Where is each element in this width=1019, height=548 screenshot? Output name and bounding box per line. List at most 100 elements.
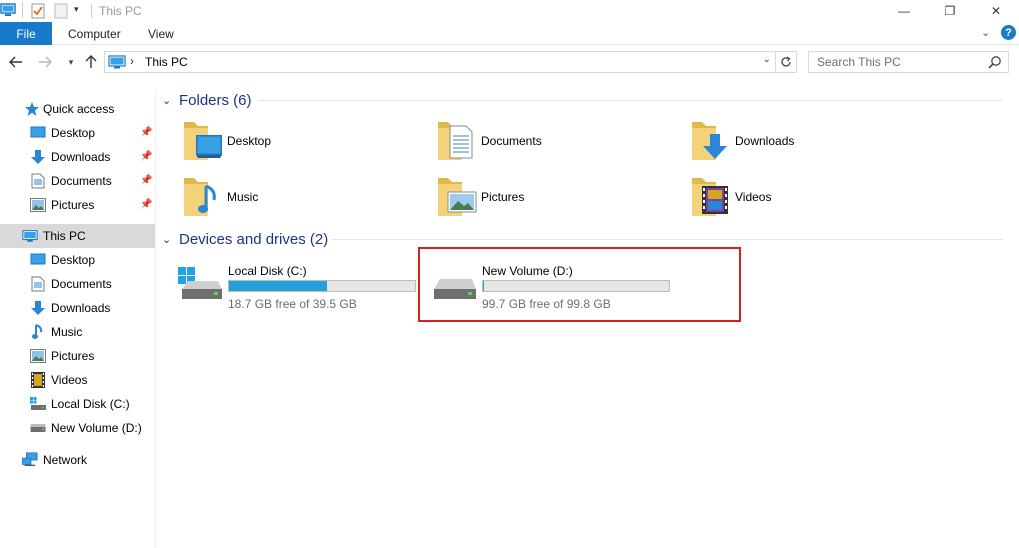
windows-drive-icon: [178, 267, 224, 304]
help-icon[interactable]: ?: [1001, 25, 1016, 40]
sidebar-item-label: Music: [51, 325, 83, 339]
forward-arrow-icon[interactable]: [36, 53, 54, 71]
selection-highlight-box: [418, 247, 741, 322]
sidebar-item-label: Documents: [51, 174, 112, 188]
film-strip-icon: [30, 372, 46, 388]
refresh-button[interactable]: [776, 51, 797, 73]
folder-music[interactable]: Music: [182, 174, 422, 224]
sidebar-item-qa-pictures[interactable]: Pictures 📌: [0, 193, 155, 217]
folder-name: Downloads: [735, 134, 795, 148]
devices-group-title: Devices and drives (2): [179, 230, 329, 248]
sidebar-item-quick-access[interactable]: Quick access: [0, 97, 155, 121]
sidebar-item-label: Desktop: [51, 253, 96, 267]
pin-icon[interactable]: 📌: [140, 199, 152, 210]
download-arrow-icon: [30, 149, 46, 165]
folder-downloads[interactable]: Downloads: [690, 118, 930, 168]
title-separator: [91, 4, 92, 18]
drive-name: Local Disk (C:): [228, 264, 307, 278]
breadcrumb-this-pc[interactable]: This PC: [145, 55, 188, 69]
download-arrow-icon: [30, 300, 46, 316]
folder-name: Desktop: [227, 134, 272, 148]
sidebar-item-label: Pictures: [51, 198, 95, 212]
folder-desktop[interactable]: Desktop: [182, 118, 422, 168]
sidebar-item-label: Downloads: [51, 301, 111, 315]
customize-toolbar-icon[interactable]: ▾: [74, 4, 79, 15]
search-input[interactable]: Search This PC: [808, 51, 1009, 73]
group-divider: [258, 100, 1003, 101]
folder-name: Documents: [481, 134, 542, 148]
sidebar-item-qa-desktop[interactable]: Desktop 📌: [0, 121, 155, 145]
drive-local-disk-c[interactable]: Local Disk (C:) 18.7 GB free of 39.5 GB: [178, 257, 418, 313]
folder-videos[interactable]: Videos: [690, 174, 930, 224]
sidebar-item-network[interactable]: Network: [0, 448, 155, 472]
search-placeholder: Search This PC: [817, 55, 901, 69]
hard-drive-icon: [30, 420, 46, 436]
folder-name: Music: [227, 190, 259, 204]
sidebar-item-label: New Volume (D:): [51, 421, 142, 435]
folders-group-header[interactable]: ⌄ Folders (6): [158, 90, 1019, 110]
sidebar-item-label: Videos: [51, 373, 88, 387]
pictures-folder-icon: [436, 174, 478, 221]
tab-file[interactable]: File: [0, 22, 52, 45]
maximize-button[interactable]: ❐: [927, 0, 973, 22]
tab-computer[interactable]: Computer: [68, 22, 121, 45]
back-arrow-icon[interactable]: [7, 53, 25, 71]
group-divider: [332, 239, 1003, 240]
this-pc-icon: [108, 55, 126, 72]
address-dropdown-icon[interactable]: ⌄: [763, 54, 771, 65]
folder-name: Videos: [735, 190, 772, 204]
sidebar-item-downloads[interactable]: Downloads: [0, 296, 155, 320]
this-pc-icon: [22, 228, 38, 244]
network-icon: [22, 452, 38, 468]
document-icon: [30, 276, 46, 292]
breadcrumb-chevron-icon[interactable]: ›: [130, 54, 134, 68]
collapse-chevron-icon[interactable]: ⌄: [162, 233, 171, 246]
address-bar[interactable]: › This PC ⌄: [104, 51, 776, 73]
desktop-folder-icon: [182, 118, 224, 165]
sidebar-item-this-pc[interactable]: This PC: [0, 224, 155, 248]
pin-icon[interactable]: 📌: [140, 175, 152, 186]
sidebar-item-label: Local Disk (C:): [51, 397, 130, 411]
sidebar-item-qa-documents[interactable]: Documents 📌: [0, 169, 155, 193]
desktop-icon: [30, 252, 46, 268]
music-note-icon: [30, 324, 46, 340]
sidebar-item-pictures[interactable]: Pictures: [0, 344, 155, 368]
sidebar-item-label: Downloads: [51, 150, 111, 164]
new-folder-quick-icon[interactable]: [54, 3, 68, 22]
window-title: This PC: [99, 4, 142, 18]
documents-folder-icon: [436, 118, 478, 165]
sidebar-item-videos[interactable]: Videos: [0, 368, 155, 392]
pin-icon[interactable]: 📌: [140, 151, 152, 162]
picture-icon: [30, 197, 46, 213]
downloads-folder-icon: [690, 118, 732, 165]
folder-pictures[interactable]: Pictures: [436, 174, 676, 224]
document-icon: [30, 173, 46, 189]
desktop-icon: [30, 125, 46, 141]
title-bar: ▾ This PC — ❐ ✕: [0, 0, 1019, 22]
sidebar-item-local-disk-c[interactable]: Local Disk (C:): [0, 392, 155, 416]
search-icon[interactable]: [988, 55, 1002, 72]
sidebar-item-music[interactable]: Music: [0, 320, 155, 344]
sidebar-item-new-volume-d[interactable]: New Volume (D:): [0, 416, 155, 440]
close-button[interactable]: ✕: [973, 0, 1019, 22]
windows-drive-icon: [30, 396, 46, 412]
computer-app-icon: [0, 3, 16, 20]
minimize-button[interactable]: —: [881, 0, 927, 22]
collapse-chevron-icon[interactable]: ⌄: [162, 94, 171, 107]
sidebar-item-desktop[interactable]: Desktop: [0, 248, 155, 272]
sidebar-item-qa-downloads[interactable]: Downloads 📌: [0, 145, 155, 169]
properties-icon[interactable]: [30, 3, 46, 22]
sidebar-item-label: Documents: [51, 277, 112, 291]
drive-usage-fill: [229, 281, 328, 291]
expand-ribbon-icon[interactable]: ⌄: [981, 26, 990, 39]
sidebar-item-label: Quick access: [43, 102, 115, 116]
devices-group-header[interactable]: ⌄ Devices and drives (2): [158, 229, 1019, 249]
navigation-pane: Quick access Desktop 📌 Downloads 📌 Docum…: [0, 90, 156, 548]
tab-view[interactable]: View: [148, 22, 174, 45]
recent-locations-icon[interactable]: ▾: [62, 53, 80, 71]
folder-documents[interactable]: Documents: [436, 118, 676, 168]
up-arrow-icon[interactable]: [82, 53, 100, 71]
sidebar-item-documents[interactable]: Documents: [0, 272, 155, 296]
title-divider: [22, 2, 23, 18]
pin-icon[interactable]: 📌: [140, 127, 152, 138]
